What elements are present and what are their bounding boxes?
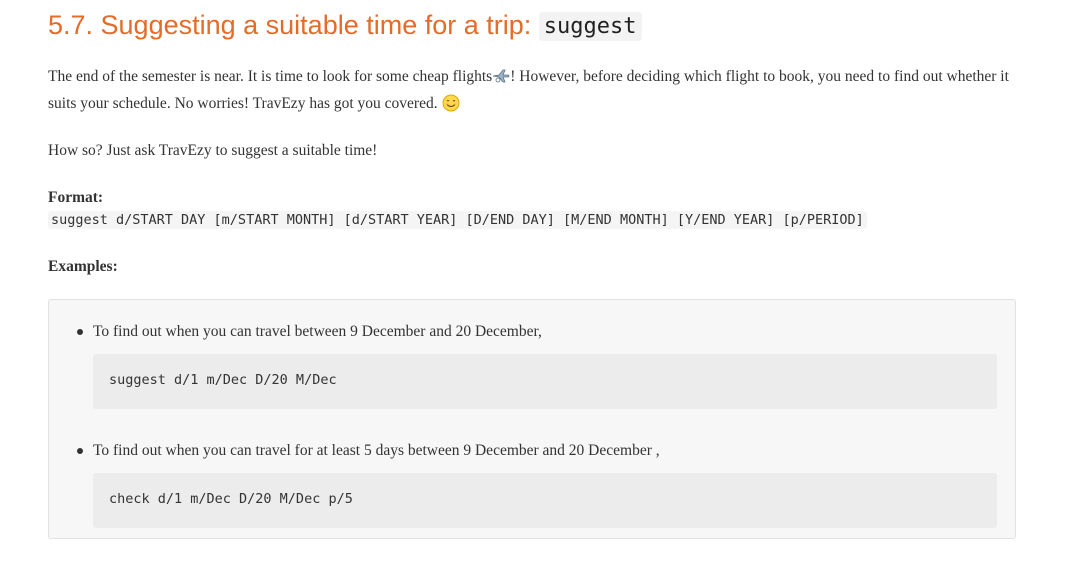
doc-section: 5.7. Suggesting a suitable time for a tr… <box>0 6 1018 539</box>
section-heading-text: 5.7. Suggesting a suitable time for a tr… <box>48 10 539 40</box>
list-item: To find out when you can travel for at l… <box>77 437 995 464</box>
bullet-icon <box>77 329 83 335</box>
intro-text-1: The end of the semester is near. It is t… <box>48 68 493 85</box>
howso-paragraph: How so? Just ask TravEzy to suggest a su… <box>48 142 378 159</box>
format-code: suggest d/START DAY [m/START MONTH] [d/S… <box>48 211 867 229</box>
example-description: To find out when you can travel for at l… <box>93 442 660 459</box>
smiling-face-icon <box>442 94 460 112</box>
example-code-block: check d/1 m/Dec D/20 M/Dec p/5 <box>93 473 997 528</box>
list-item: To find out when you can travel between … <box>77 318 995 345</box>
examples-box: To find out when you can travel between … <box>48 299 1016 539</box>
format-label: Format: <box>48 189 104 206</box>
section-heading-command: suggest <box>538 12 642 41</box>
bullet-icon <box>77 448 83 454</box>
examples-label: Examples: <box>48 258 118 275</box>
section-heading: 5.7. Suggesting a suitable time for a tr… <box>48 6 1018 46</box>
example-code-block: suggest d/1 m/Dec D/20 M/Dec <box>93 354 997 409</box>
example-description: To find out when you can travel between … <box>93 323 542 340</box>
intro-paragraph: The end of the semester is near. It is t… <box>48 63 1018 117</box>
airplane-icon <box>493 69 510 83</box>
